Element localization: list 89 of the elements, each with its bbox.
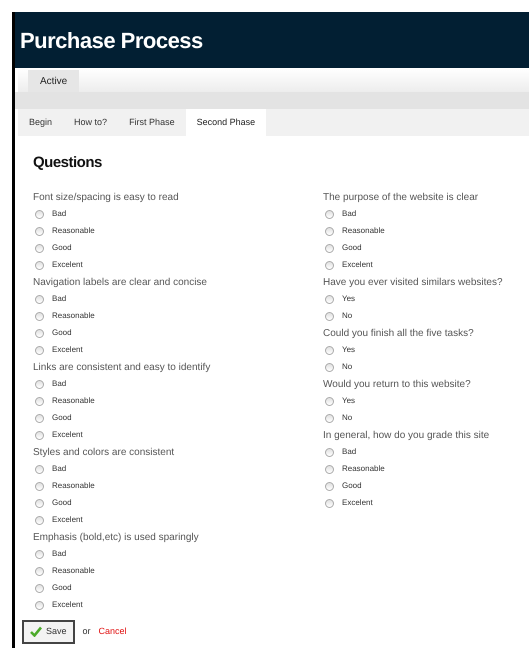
question-label: Navigation labels are clear and concise [33,276,208,290]
question-label: In general, how do you grade this site [323,428,490,442]
radio-button[interactable] [35,550,44,558]
option-label: No [342,361,352,373]
or-text: or [82,624,91,638]
radio-button[interactable] [35,430,44,440]
option-label: No [342,310,352,322]
option-label: Excelent [342,259,373,271]
question-label: The purpose of the website is clear [323,190,480,204]
radio-button[interactable] [35,516,44,524]
phase-tab[interactable]: How to? [63,109,118,136]
radio-button[interactable] [35,328,44,338]
option-label: Good [52,582,72,594]
option-label: Good [52,412,72,424]
option-label: Good [52,242,72,254]
radio-button[interactable] [325,260,334,270]
option-label: Reasonable [52,225,95,237]
radio-button[interactable] [325,210,334,218]
question-label: Would you return to this website? [323,378,472,392]
radio-button[interactable] [35,312,44,320]
option-label: Bad [52,293,66,305]
radio-button[interactable] [35,260,44,270]
save-button[interactable]: Save [22,620,75,644]
phase-tab[interactable]: Second Phase [186,109,266,136]
radio-button[interactable] [35,464,44,474]
option-label: Reasonable [52,565,95,577]
option-label: Excelent [52,344,83,356]
option-label: Reasonable [342,225,385,237]
radio-button[interactable] [325,294,334,304]
option-label: Excelent [52,599,83,611]
radio-button[interactable] [325,464,334,474]
option-label: Good [52,497,72,509]
radio-button[interactable] [35,584,44,592]
option-label: Excelent [342,497,373,509]
option-label: Bad [52,378,66,390]
option-label: Bad [342,208,356,220]
option-label: Excelent [52,514,83,526]
option-label: Bad [52,208,66,220]
radio-button[interactable] [35,396,44,406]
option-label: Reasonable [52,310,95,322]
radio-button[interactable] [35,482,44,490]
option-label: Reasonable [342,463,385,475]
option-label: Reasonable [52,480,95,492]
question-label: Links are consistent and easy to identify [33,360,212,374]
option-label: Bad [52,548,66,560]
radio-button[interactable] [35,498,44,508]
radio-button[interactable] [35,346,44,354]
option-label: Yes [342,344,356,356]
question-label: Styles and colors are consistent [33,446,176,460]
radio-button[interactable] [325,396,334,406]
radio-button[interactable] [325,244,334,252]
question-label: Have you ever visited similars websites? [323,276,503,290]
radio-button[interactable] [35,600,44,610]
status-tab[interactable]: Active [28,70,80,92]
option-label: Good [342,242,362,254]
question-label: Could you finish all the five tasks? [323,326,475,340]
radio-button[interactable] [35,244,44,252]
phase-tab[interactable]: First Phase [118,109,186,136]
radio-button[interactable] [325,414,334,422]
radio-button[interactable] [325,346,334,354]
checkmark-icon [30,626,42,637]
option-label: Reasonable [52,395,95,407]
phase-tab[interactable]: Begin [18,109,64,136]
radio-button[interactable] [35,210,44,218]
question-label: Emphasis (bold,etc) is used sparingly [33,530,200,544]
radio-button[interactable] [325,498,334,508]
option-label: Excelent [52,429,83,441]
option-label: Yes [342,395,356,407]
cancel-link[interactable]: Cancel [98,624,127,638]
radio-button[interactable] [35,226,44,236]
radio-button[interactable] [35,294,44,304]
radio-button[interactable] [325,362,334,372]
option-label: Yes [342,293,356,305]
radio-button[interactable] [35,414,44,422]
radio-button[interactable] [35,380,44,388]
question-label: Font size/spacing is easy to read [33,190,180,204]
option-label: Good [342,480,362,492]
radio-button[interactable] [35,566,44,576]
option-label: Excelent [52,259,83,271]
option-label: Bad [52,463,66,475]
option-label: Bad [342,446,356,458]
option-label: No [342,412,352,424]
radio-button[interactable] [325,448,334,456]
radio-button[interactable] [325,312,334,320]
radio-button[interactable] [325,482,334,490]
page-title: Purchase Process [20,26,203,54]
section-title: Questions [33,153,103,173]
radio-button[interactable] [325,226,334,236]
option-label: Good [52,327,72,339]
